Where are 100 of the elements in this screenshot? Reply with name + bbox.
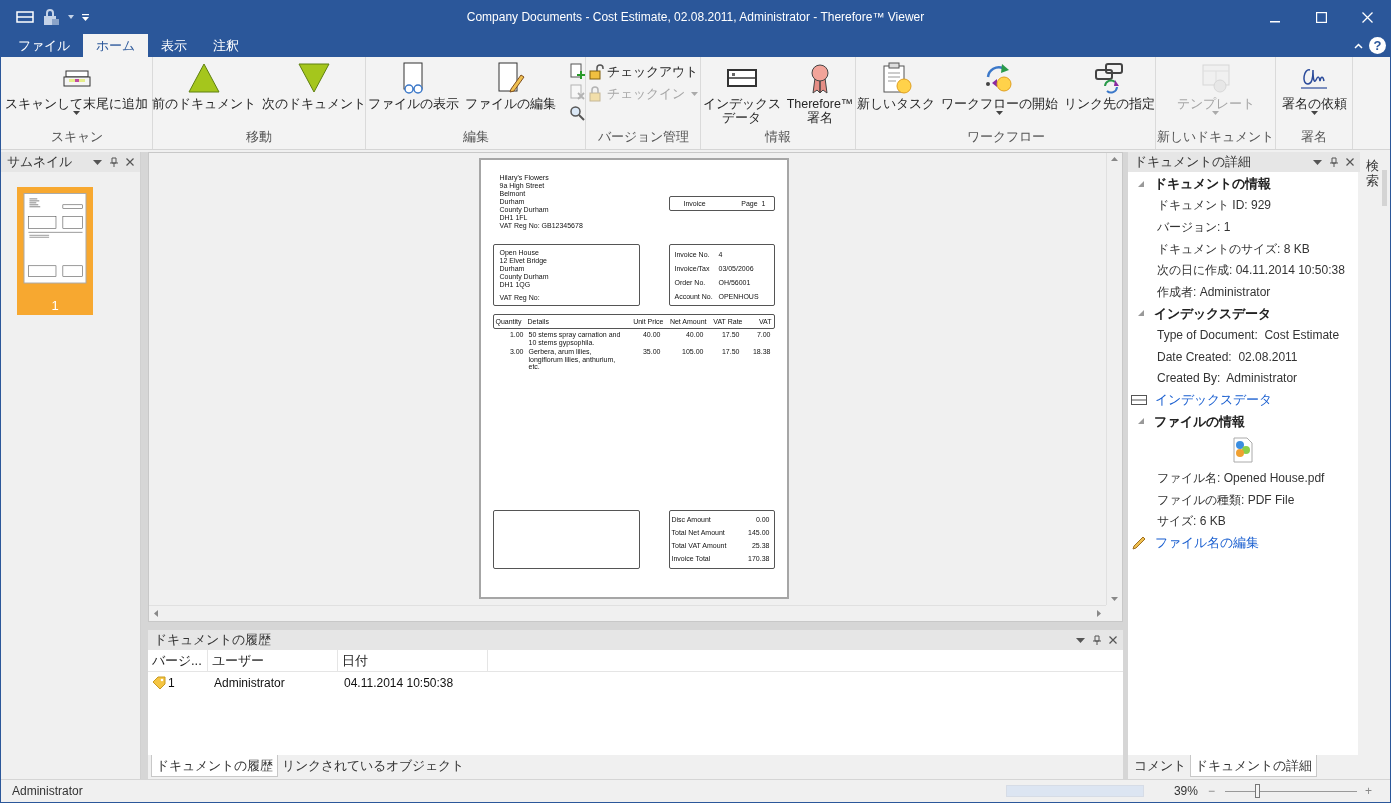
- ribbon-button[interactable]: 前のドキュメント: [150, 62, 258, 112]
- ribbon-button[interactable]: スキャンして末尾に追加: [3, 62, 150, 116]
- open-padlock-icon: [588, 64, 604, 80]
- zoom-slider[interactable]: [1225, 784, 1357, 798]
- ribbon-button[interactable]: インデックス データ: [700, 62, 783, 126]
- maximize-icon: [1315, 11, 1327, 23]
- ribbon-button[interactable]: ファイルの編集: [462, 62, 558, 112]
- caret-icon: [691, 92, 698, 96]
- triangle-up-icon: [188, 62, 220, 94]
- table-cell-text: 1: [168, 675, 175, 692]
- window-title: Company Documents - Cost Estimate, 02.08.2011, Administrator - Therefore™ Viewer: [465, 9, 926, 26]
- pin-icon: [1330, 157, 1338, 167]
- scrollbar-thumb[interactable]: [1382, 170, 1387, 206]
- property-text: ドキュメント ID: 929: [1157, 197, 1272, 215]
- ribbon-button[interactable]: 次のドキュメント: [260, 62, 368, 112]
- ribbon-button[interactable]: ファイルの表示: [365, 62, 461, 112]
- property-text: Created By: Administrator: [1157, 370, 1298, 388]
- group-label: ワークフロー: [966, 129, 1045, 146]
- table-cell-text: 04.11.2014 10:50:38: [343, 675, 454, 692]
- ribbon-button[interactable]: ワークフローの開始: [938, 62, 1060, 116]
- close-icon: [1361, 11, 1373, 23]
- section-heading[interactable]: インデックスデータ: [1154, 303, 1271, 324]
- close-icon: [126, 158, 134, 166]
- dropdown-icon: [1313, 159, 1322, 165]
- close-icon: [1346, 158, 1354, 166]
- scroll-down-icon: [1111, 597, 1118, 601]
- page-number: 1: [51, 296, 59, 315]
- panel-title: ドキュメントの詳細: [1134, 153, 1251, 172]
- panel-tab[interactable]: リンクされているオブジェクト: [278, 755, 468, 777]
- group-label: 情報: [765, 129, 791, 146]
- ribbon-button[interactable]: チェックアウト: [588, 62, 698, 82]
- dropdown-icon: [1076, 637, 1085, 643]
- splitter[interactable]: [1123, 152, 1128, 779]
- minimize-icon: [1270, 20, 1280, 23]
- property-text: ドキュメントのサイズ: 8 KB: [1157, 240, 1310, 258]
- panel-tab[interactable]: コメント: [1130, 755, 1190, 777]
- side-tab[interactable]: 検索: [1366, 158, 1379, 188]
- property-text: 次の日に作成: 04.11.2014 10:50:38: [1157, 262, 1345, 280]
- property-text: 作成者: Administrator: [1157, 283, 1271, 301]
- panel-title: サムネイル: [7, 153, 72, 172]
- property-text: ファイル名: Opened House.pdf: [1157, 469, 1325, 487]
- dropdown-icon: [93, 159, 102, 165]
- ribbon-tab[interactable]: 注釈: [200, 34, 252, 57]
- workflow-icon: [983, 62, 1015, 94]
- panel-tab[interactable]: ドキュメントの詳細: [1190, 755, 1317, 777]
- ribbon-tab[interactable]: ファイル: [5, 34, 83, 57]
- caret-icon: [1310, 111, 1318, 115]
- delete-document-icon: [568, 84, 585, 100]
- pencil-icon: [1131, 534, 1147, 551]
- column-header[interactable]: バージ...: [148, 650, 208, 671]
- scroll-left-icon: [154, 610, 158, 617]
- ribbon-button[interactable]: Therefore™ 署名: [784, 62, 856, 126]
- section-heading[interactable]: ドキュメントの情報: [1154, 174, 1271, 194]
- group-label: 署名: [1301, 129, 1327, 146]
- triangle-down-icon: [298, 62, 330, 94]
- ribbon-button[interactable]: 署名の依頼: [1279, 62, 1349, 116]
- table-cell-text: Administrator: [213, 675, 285, 692]
- link[interactable]: インデックスデータ: [1155, 390, 1272, 410]
- template-icon: [1199, 62, 1232, 94]
- search-icon: [568, 105, 585, 121]
- padlock-icon: [42, 8, 60, 26]
- property-text: Date Created: 02.08.2011: [1157, 348, 1298, 366]
- scroll-right-icon: [1097, 610, 1101, 617]
- link[interactable]: ファイル名の編集: [1155, 532, 1259, 553]
- pin-icon: [110, 157, 118, 167]
- toolbar-button[interactable]: [567, 104, 586, 122]
- ribbon-button[interactable]: リンク先の指定: [1061, 62, 1157, 112]
- column-header[interactable]: 日付: [338, 650, 488, 671]
- zoom-level: 39%: [1172, 783, 1198, 800]
- panel-tab[interactable]: ドキュメントの履歴: [151, 755, 278, 777]
- help-button[interactable]: ?: [1369, 37, 1386, 54]
- padlock-icon: [588, 86, 604, 102]
- status-text: Administrator: [12, 783, 83, 800]
- property-text: ファイルの種類: PDF File: [1157, 491, 1295, 509]
- ribbon-button[interactable]: 新しいタスク: [854, 62, 937, 112]
- ribbon-tab[interactable]: 表示: [148, 34, 200, 57]
- caret-icon: [995, 111, 1003, 115]
- group-label: 移動: [246, 129, 272, 146]
- group-label: 新しいドキュメント: [1157, 129, 1274, 146]
- file-icon: [1233, 436, 1253, 463]
- property-text: サイズ: 6 KB: [1157, 513, 1226, 531]
- caret-icon: [73, 111, 80, 115]
- window-icon: [16, 11, 34, 23]
- slider-thumb[interactable]: [1255, 784, 1261, 798]
- section-heading[interactable]: ファイルの情報: [1154, 411, 1245, 432]
- tag-icon: [152, 676, 166, 690]
- pin-icon: [1093, 635, 1101, 645]
- ribbon-tab[interactable]: ホーム: [83, 34, 148, 57]
- splitter[interactable]: [141, 152, 148, 779]
- index-card-icon: [1131, 394, 1147, 405]
- caret-icon: [68, 15, 74, 19]
- toolbar-button[interactable]: [567, 62, 586, 80]
- collapse-icon: [1354, 42, 1363, 49]
- caret-icon: [1212, 111, 1219, 115]
- group-label: スキャン: [50, 129, 103, 146]
- column-header[interactable]: ユーザー: [208, 650, 338, 671]
- customize-icon: [82, 13, 89, 21]
- close-icon: [1109, 636, 1117, 644]
- panel-title: ドキュメントの履歴: [154, 631, 271, 650]
- property-text: バージョン: 1: [1157, 219, 1231, 236]
